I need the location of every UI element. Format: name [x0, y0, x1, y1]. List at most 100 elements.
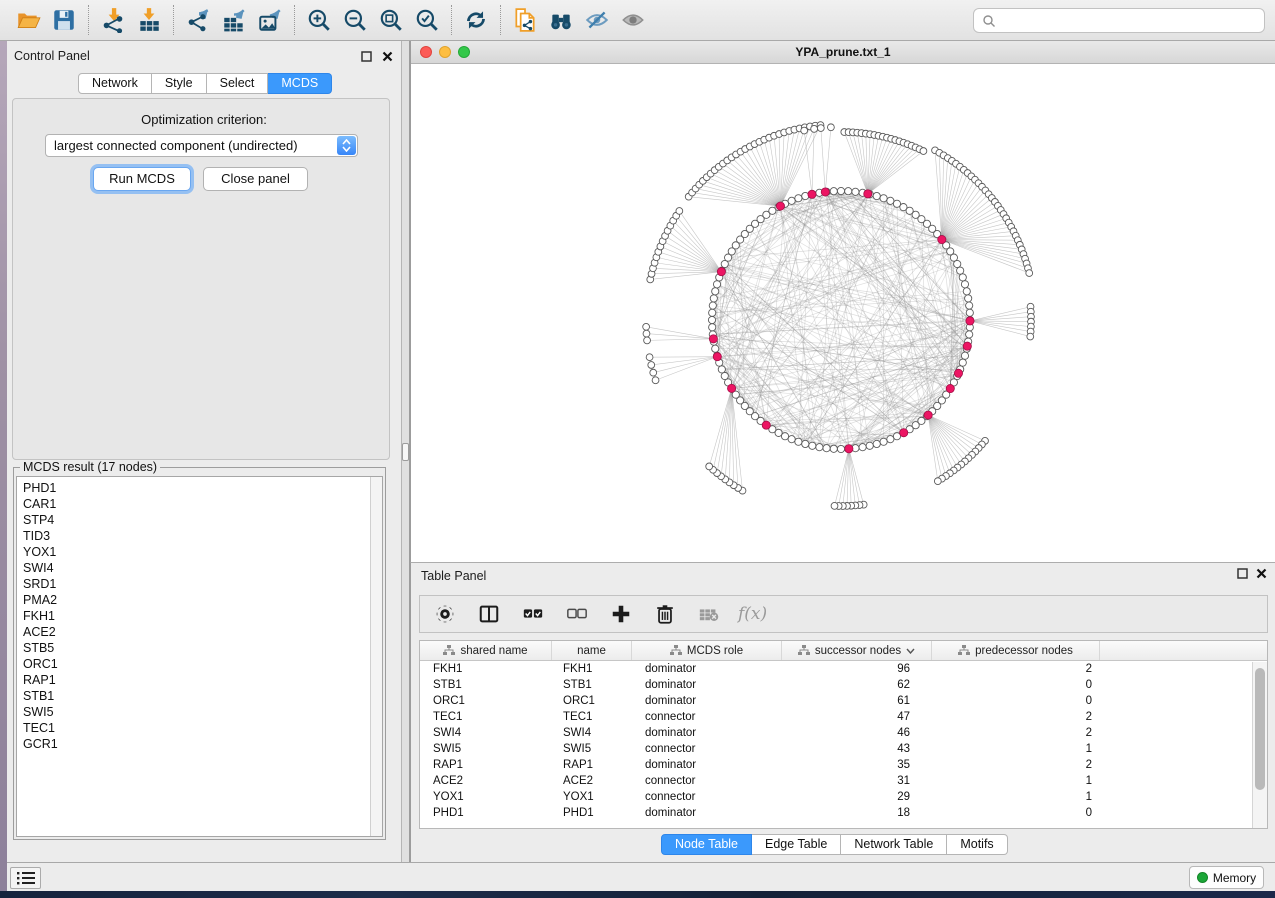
- tab-network-table[interactable]: Network Table: [841, 834, 947, 855]
- toolbar-separator: [500, 5, 501, 35]
- mcds-result-list[interactable]: PHD1CAR1STP4TID3YOX1SWI4SRD1PMA2FKH1ACE2…: [16, 476, 383, 837]
- task-history-button[interactable]: [10, 867, 41, 889]
- export-network-button[interactable]: [180, 3, 216, 37]
- hide-visibility-button[interactable]: [579, 3, 615, 37]
- zoom-in-button[interactable]: [301, 3, 337, 37]
- open-folder-icon: [15, 7, 41, 33]
- mcds-list-scrollbar[interactable]: [370, 477, 382, 836]
- mcds-result-item[interactable]: ORC1: [23, 656, 382, 672]
- float-panel-icon[interactable]: [361, 51, 372, 62]
- delete-table-button[interactable]: [694, 599, 724, 629]
- mcds-result-item[interactable]: SWI4: [23, 560, 382, 576]
- show-visibility-button[interactable]: [615, 3, 651, 37]
- table-row[interactable]: TEC1 TEC1 connector 47 2: [420, 709, 1267, 725]
- mcds-result-item[interactable]: RAP1: [23, 672, 382, 688]
- column-header-successor-nodes[interactable]: successor nodes: [782, 641, 932, 660]
- table-row[interactable]: RAP1 RAP1 dominator 35 2: [420, 757, 1267, 773]
- tab-style[interactable]: Style: [152, 73, 207, 94]
- column-header-name[interactable]: name: [552, 641, 632, 660]
- find-button[interactable]: [543, 3, 579, 37]
- zoom-selected-button[interactable]: [409, 3, 445, 37]
- delete-table-icon: [698, 603, 720, 625]
- network-graph[interactable]: [411, 64, 1275, 562]
- import-network-button[interactable]: [95, 3, 131, 37]
- column-header-shared-name[interactable]: shared name: [420, 641, 552, 660]
- table-scrollbar-thumb[interactable]: [1255, 668, 1265, 790]
- control-panel-tabs: Network Style Select MCDS: [78, 73, 332, 94]
- table-row[interactable]: PHD1 PHD1 dominator 18 0: [420, 805, 1267, 821]
- table-row[interactable]: STB1 STB1 dominator 62 0: [420, 677, 1267, 693]
- column-layout-button[interactable]: [474, 599, 504, 629]
- network-canvas[interactable]: [411, 64, 1275, 562]
- network-window-title: YPA_prune.txt_1: [411, 45, 1275, 59]
- close-table-panel-icon[interactable]: [1256, 568, 1267, 579]
- memory-button[interactable]: Memory: [1189, 866, 1264, 889]
- tab-node-table[interactable]: Node Table: [661, 834, 752, 855]
- eye-icon: [620, 7, 646, 33]
- zoom-out-button[interactable]: [337, 3, 373, 37]
- save-session-button[interactable]: [46, 3, 82, 37]
- table-row[interactable]: SWI5 SWI5 connector 43 1: [420, 741, 1267, 757]
- table-scrollbar[interactable]: [1252, 662, 1267, 828]
- mcds-result-item[interactable]: ACE2: [23, 624, 382, 640]
- memory-label: Memory: [1213, 871, 1256, 885]
- search-input[interactable]: [996, 10, 1264, 31]
- mcds-result-item[interactable]: GCR1: [23, 736, 382, 752]
- import-table-button[interactable]: [131, 3, 167, 37]
- run-mcds-button[interactable]: Run MCDS: [93, 167, 191, 191]
- tab-motifs[interactable]: Motifs: [947, 834, 1007, 855]
- table-row[interactable]: SWI4 SWI4 dominator 46 2: [420, 725, 1267, 741]
- column-header-mcds-role[interactable]: MCDS role: [632, 641, 782, 660]
- delete-column-button[interactable]: [650, 599, 680, 629]
- open-file-button[interactable]: [10, 3, 46, 37]
- tab-edge-table[interactable]: Edge Table: [752, 834, 841, 855]
- deselect-all-button[interactable]: [562, 599, 592, 629]
- export-table-button[interactable]: [216, 3, 252, 37]
- function-builder-button[interactable]: f(x): [738, 604, 767, 624]
- split-divider[interactable]: [401, 41, 410, 862]
- export-image-button[interactable]: [252, 3, 288, 37]
- table-row[interactable]: ORC1 ORC1 dominator 61 0: [420, 693, 1267, 709]
- mcds-result-item[interactable]: SWI5: [23, 704, 382, 720]
- mcds-result-item[interactable]: TEC1: [23, 720, 382, 736]
- zoom-selected-icon: [414, 7, 440, 33]
- table-row[interactable]: ACE2 ACE2 connector 31 1: [420, 773, 1267, 789]
- criterion-value: largest connected component (undirected): [54, 138, 298, 153]
- table-row[interactable]: YOX1 YOX1 connector 29 1: [420, 789, 1267, 805]
- table-row[interactable]: FKH1 FKH1 dominator 96 2: [420, 661, 1267, 677]
- search-icon: [982, 14, 996, 28]
- control-panel: Control Panel Network Style Select MCDS …: [7, 41, 401, 862]
- tab-mcds[interactable]: MCDS: [268, 73, 332, 94]
- mcds-result-item[interactable]: STB5: [23, 640, 382, 656]
- mcds-result-item[interactable]: PMA2: [23, 592, 382, 608]
- refresh-button[interactable]: [458, 3, 494, 37]
- criterion-dropdown[interactable]: largest connected component (undirected): [45, 134, 358, 157]
- divider-handle-icon[interactable]: [402, 443, 409, 461]
- close-panel-icon[interactable]: [382, 51, 393, 62]
- mcds-result-item[interactable]: STB1: [23, 688, 382, 704]
- close-panel-button[interactable]: Close panel: [203, 167, 308, 191]
- network-window-titlebar[interactable]: YPA_prune.txt_1: [411, 41, 1275, 64]
- mcds-result-item[interactable]: STP4: [23, 512, 382, 528]
- mcds-result-item[interactable]: SRD1: [23, 576, 382, 592]
- float-table-panel-icon[interactable]: [1237, 568, 1248, 579]
- node-table[interactable]: shared name name MCDS role successor nod…: [419, 640, 1268, 829]
- select-all-button[interactable]: [518, 599, 548, 629]
- table-panel-title: Table Panel: [421, 569, 486, 583]
- zoom-fit-button[interactable]: [373, 3, 409, 37]
- zoom-in-icon: [306, 7, 332, 33]
- mcds-result-item[interactable]: CAR1: [23, 496, 382, 512]
- mcds-result-item[interactable]: YOX1: [23, 544, 382, 560]
- search-box[interactable]: [973, 8, 1265, 33]
- share-document-button[interactable]: [507, 3, 543, 37]
- mcds-result-item[interactable]: PHD1: [23, 480, 382, 496]
- add-column-button[interactable]: [606, 599, 636, 629]
- tab-network[interactable]: Network: [78, 73, 152, 94]
- column-header-predecessor-nodes[interactable]: predecessor nodes: [932, 641, 1100, 660]
- tab-select[interactable]: Select: [207, 73, 269, 94]
- main-toolbar: [0, 0, 1275, 41]
- mcds-result-item[interactable]: TID3: [23, 528, 382, 544]
- table-settings-button[interactable]: [430, 599, 460, 629]
- columns-icon: [478, 603, 500, 625]
- mcds-result-item[interactable]: FKH1: [23, 608, 382, 624]
